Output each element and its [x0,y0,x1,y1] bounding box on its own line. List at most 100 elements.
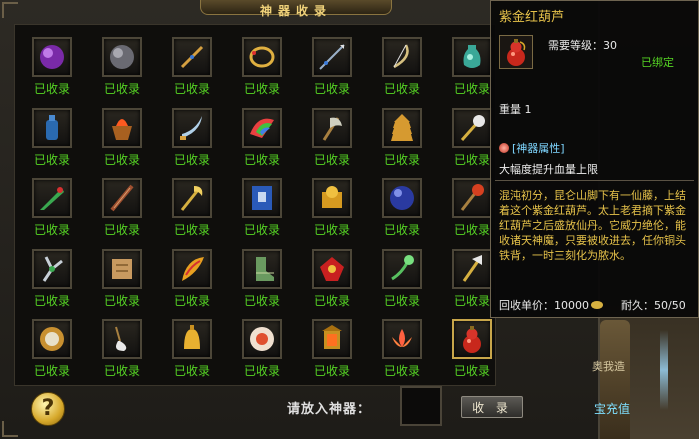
green-blade-icon[interactable] [32,178,72,218]
help-button[interactable]: ? [31,392,65,426]
tooltip-bound-status: 已绑定 [641,56,674,69]
scepter-icon[interactable] [452,108,492,148]
tooltip-attr-title: [神器属性] [512,142,565,155]
scroll-icon[interactable] [102,249,142,289]
collected-label: 已收录 [313,294,350,308]
artifact-cell[interactable]: 已收录 [159,178,229,248]
golden-staff-icon[interactable] [172,178,212,218]
collected-label: 已收录 [383,82,420,96]
lantern-icon[interactable] [312,319,352,359]
artifact-cell[interactable]: 已收录 [299,108,369,178]
axe-icon[interactable] [312,108,352,148]
collected-label: 已收录 [33,153,70,167]
artifact-cell[interactable]: 已收录 [159,319,229,389]
artifact-cell[interactable]: 已收录 [369,108,439,178]
disc-icon[interactable] [242,319,282,359]
artifact-cell[interactable]: 已收录 [369,249,439,319]
collected-label: 已收录 [383,364,420,378]
collected-label: 已收录 [313,82,350,96]
tooltip-divider [495,180,694,181]
hammer-icon[interactable] [452,178,492,218]
trident-icon[interactable] [452,249,492,289]
blue-bottle-icon[interactable] [32,108,72,148]
artifact-cell[interactable]: 已收录 [229,319,299,389]
bow-icon[interactable] [382,37,422,77]
artifact-cell[interactable]: 已收录 [229,37,299,107]
tooltip-attr-header: [神器属性] [499,140,565,156]
artifact-cell[interactable]: 已收录 [19,319,89,389]
artifact-cell[interactable]: 已收录 [19,37,89,107]
artifact-cell[interactable]: 已收录 [89,249,159,319]
collected-label: 已收录 [33,223,70,237]
frame-corner [2,421,18,437]
brazier-icon[interactable] [102,108,142,148]
tooltip-description: 混沌初分，昆仑山脚下有一仙藤，上结着这个紫金红葫芦。太上老君摘下紫金红葫芦之后盛… [499,189,686,262]
put-artifact-slot[interactable] [400,386,442,426]
artifact-cell[interactable]: 已收录 [299,178,369,248]
collected-label: 已收录 [173,153,210,167]
curved-blade-icon[interactable] [172,108,212,148]
spear-icon[interactable] [312,37,352,77]
golden-seal-icon[interactable] [312,178,352,218]
blue-orb-icon[interactable] [382,178,422,218]
gourd-icon[interactable] [452,319,492,359]
bracelet-icon[interactable] [242,37,282,77]
boot-icon[interactable] [242,249,282,289]
ruyi-icon[interactable] [382,249,422,289]
artifact-cell[interactable]: 已收录 [229,249,299,319]
tooltip-required-level: 需要等级：30 [548,39,617,52]
collected-label: 已收录 [313,223,350,237]
red-claw-icon[interactable] [312,249,352,289]
collected-label: 已收录 [453,364,490,378]
light-beam [660,330,668,410]
skull-mirror-icon[interactable] [32,319,72,359]
collected-label: 已收录 [173,364,210,378]
artifact-cell[interactable]: 已收录 [299,249,369,319]
lotus-icon[interactable] [382,319,422,359]
gem-icon [499,143,509,153]
scene-text-recharge[interactable]: 宝充值 [594,400,630,417]
collected-label: 已收录 [103,223,140,237]
collected-label: 已收录 [103,153,140,167]
artifact-cell[interactable]: 已收录 [89,37,159,107]
collected-label: 已收录 [243,364,280,378]
artifact-cell[interactable]: 已收录 [369,319,439,389]
collected-label: 已收录 [33,294,70,308]
grey-orb-icon[interactable] [102,37,142,77]
tuning-fork-icon[interactable] [32,249,72,289]
purple-orb-icon[interactable] [32,37,72,77]
bell-icon[interactable] [172,319,212,359]
blue-book-icon[interactable] [242,178,282,218]
jade-vase-icon[interactable] [452,37,492,77]
artifact-cell[interactable]: 已收录 [89,108,159,178]
character-figure [600,320,630,439]
artifact-cell[interactable]: 已收录 [19,178,89,248]
tooltip-price: 回收单价：10000 [499,297,603,313]
artifact-cell[interactable]: 已收录 [159,37,229,107]
rod-icon[interactable] [102,178,142,218]
artifact-cell[interactable]: 已收录 [299,319,369,389]
artifact-cell[interactable]: 已收录 [299,37,369,107]
collect-button[interactable]: 收 录 [461,396,523,418]
artifact-cell[interactable]: 已收录 [19,249,89,319]
item-tooltip: 紫金红葫芦 需要等级：30 已绑定 重量 1 [神器属性] 大幅度提升血量上限 … [490,0,699,318]
artifact-cell[interactable]: 已收录 [369,178,439,248]
artifact-cell[interactable]: 已收录 [229,178,299,248]
artifact-cell[interactable]: 已收录 [89,319,159,389]
collected-label: 已收录 [173,294,210,308]
feather-icon[interactable] [172,249,212,289]
artifact-cell[interactable]: 已收录 [159,108,229,178]
artifact-cell[interactable]: 已收录 [439,319,509,389]
artifact-cell[interactable]: 已收录 [89,178,159,248]
collected-label: 已收录 [33,82,70,96]
pagoda-icon[interactable] [382,108,422,148]
artifact-cell[interactable]: 已收录 [369,37,439,107]
artifact-cell[interactable]: 已收录 [19,108,89,178]
artifact-cell[interactable]: 已收录 [159,249,229,319]
whisk-icon[interactable] [102,319,142,359]
tooltip-item-name: 紫金红葫芦 [499,10,565,25]
panel-title: 神器收录 [259,4,332,18]
flute-icon[interactable] [172,37,212,77]
artifact-cell[interactable]: 已收录 [229,108,299,178]
rainbow-fan-icon[interactable] [242,108,282,148]
